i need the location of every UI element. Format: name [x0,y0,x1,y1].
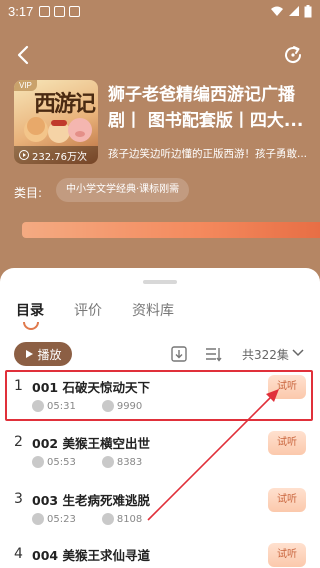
tab-resources-label: 资料库 [132,303,174,319]
episode-duration: 05:23 [47,513,76,525]
trial-listen-button[interactable]: 试听 [268,543,306,567]
play-circle-icon [19,150,29,160]
clock-icon [32,400,44,412]
wifi-icon [271,6,283,16]
download-icon[interactable] [170,345,188,363]
episode-title: 001 石破天惊动天下 [32,380,150,395]
tab-active-indicator [23,322,39,330]
episode-index: 4 [14,546,23,562]
signal-icon [289,6,299,16]
book-title: 狮子老爸精编西游记广播剧丨 图书配套版丨四大... [108,85,304,131]
episode-duration: 05:31 [47,400,76,412]
episode-total[interactable]: 共322集 [242,346,289,363]
episode-row-3[interactable]: 3 003 生老病死难逃脱 05:23 8108 试听 [0,485,320,537]
tab-reviews[interactable]: 评价 [74,300,102,320]
refresh-icon[interactable] [282,44,304,66]
list-toolbar: 播放 共322集 [0,342,320,368]
drag-handle[interactable] [143,280,177,284]
trial-listen-button[interactable]: 试听 [268,431,306,455]
tab-reviews-label: 评价 [74,303,102,319]
episode-plays: 9990 [116,400,143,412]
back-arrow-icon[interactable] [14,44,34,66]
status-bar: 3:17 [0,0,320,22]
chevron-down-icon[interactable] [292,348,304,358]
battery-icon [304,4,312,17]
episode-title: 002 美猴王横空出世 [32,436,150,451]
book-subtitle: 孩子边笑边听边懂的正版西游！孩子勇敢... [108,148,308,160]
episode-row-4[interactable]: 4 004 美猴王求仙寻道 试听 [0,540,320,568]
trial-listen-button[interactable]: 试听 [268,488,306,512]
episode-plays: 8383 [116,456,143,468]
category-label: 类目: [14,186,43,200]
episode-row-2[interactable]: 2 002 美猴王横空出世 05:53 8383 试听 [0,428,320,480]
tab-bar: 目录 评价 资料库 [16,300,174,330]
sort-icon[interactable] [204,345,222,363]
play-count-icon [101,400,114,412]
clock-icon [32,513,44,525]
tab-catalog-label: 目录 [16,303,44,319]
notification-icon [54,5,66,17]
status-time: 3:17 [8,3,34,19]
episode-row-1[interactable]: 1 001 石破天惊动天下 05:31 9990 试听 [0,372,320,424]
play-count-text: 232.76万次 [32,151,87,163]
tab-catalog[interactable]: 目录 [16,300,44,330]
play-all-button[interactable]: 播放 [14,342,72,366]
episode-title: 004 美猴王求仙寻道 [32,548,150,563]
top-bar [0,40,320,70]
episode-plays: 8108 [116,513,143,525]
episode-duration: 05:53 [47,456,76,468]
notification-icon [39,5,51,17]
episode-index: 1 [14,378,23,394]
trial-listen-button[interactable]: 试听 [268,375,306,399]
play-all-label: 播放 [37,347,62,362]
category-tag[interactable]: 中小学文学经典·课标刚需 [56,178,190,202]
episode-index: 3 [14,491,23,507]
episode-title: 003 生老病死难逃脱 [32,493,150,508]
play-count-icon [101,513,114,525]
play-count-icon [101,456,114,468]
play-count: 232.76万次 [14,146,98,164]
episode-index: 2 [14,434,23,450]
notification-icon [69,5,81,17]
tab-resources[interactable]: 资料库 [132,300,174,320]
album-cover[interactable]: VIP 西游记 232.76万次 [14,80,98,164]
clock-icon [32,456,44,468]
play-icon [26,350,34,358]
promo-banner[interactable] [22,222,320,238]
